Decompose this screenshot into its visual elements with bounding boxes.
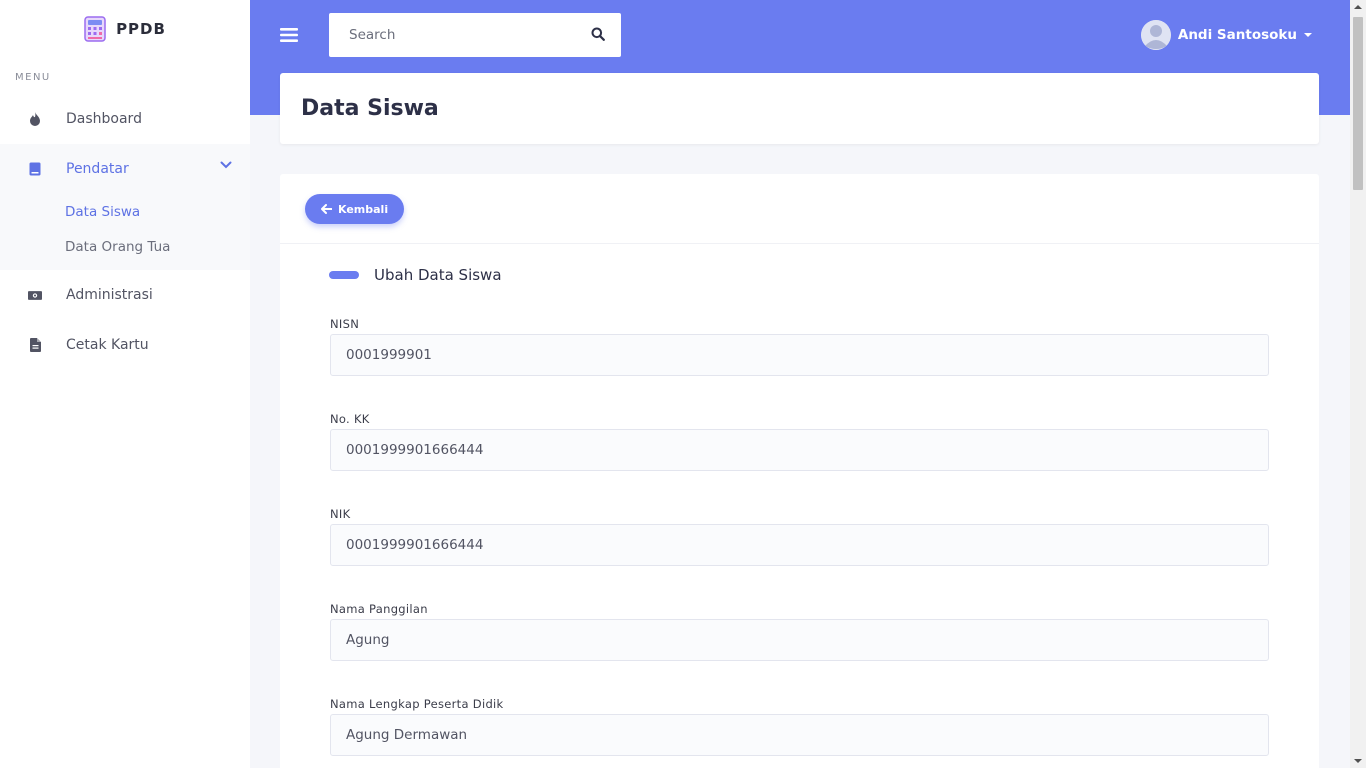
field-nisn: NISN [330,317,1269,376]
chevron-down-icon [220,161,232,169]
sidebar-item-label: Pendatar [66,161,129,177]
scroll-up-icon[interactable] [1354,5,1362,9]
back-button[interactable]: Kembali [305,194,405,224]
field-no-kk: No. KK [330,412,1269,471]
sidebar-item-administrasi[interactable]: Administrasi [0,270,250,320]
field-label: Nama Panggilan [330,602,428,616]
book-icon [28,162,42,176]
search-box [329,13,621,57]
sidebar-item-pendatar[interactable]: Pendatar [0,144,250,194]
brand-name: PPDB [116,20,166,38]
money-icon [28,288,42,302]
field-nama-panggilan: Nama Panggilan [330,602,1269,661]
user-name: Andi Santosoku [1177,27,1297,43]
sidebar-item-data-orang-tua[interactable]: Data Orang Tua [0,229,250,264]
nisn-input[interactable] [330,334,1269,376]
search-input[interactable] [329,27,569,43]
calculator-icon [84,16,106,42]
nama-panggilan-input[interactable] [330,619,1269,661]
user-menu[interactable]: Andi Santosoku [1140,20,1312,50]
search-icon[interactable] [591,27,605,41]
form-card: Kembali Ubah Data Siswa NISN No. KK NIK … [280,174,1319,768]
section-title-text: Ubah Data Siswa [374,266,502,284]
back-button-label: Kembali [338,202,389,216]
field-label: No. KK [330,412,370,426]
section-marker [329,271,359,279]
sidebar-item-cetak-kartu[interactable]: Cetak Kartu [0,320,250,370]
fire-icon [28,112,42,126]
hamburger-menu-icon[interactable] [280,27,298,43]
field-nik: NIK [330,507,1269,566]
field-label: Nama Lengkap Peserta Didik [330,697,504,711]
sidebar-item-label: Administrasi [66,287,153,303]
nama-lengkap-input[interactable] [330,714,1269,756]
menu-label: MENU [15,72,51,83]
file-icon [28,338,42,352]
field-nama-lengkap: Nama Lengkap Peserta Didik [330,697,1269,756]
sidebar-item-dashboard[interactable]: Dashboard [0,94,250,144]
sidebar-item-label: Dashboard [66,111,142,127]
scrollbar-thumb[interactable] [1353,17,1363,190]
section-title: Ubah Data Siswa [329,266,502,284]
avatar [1140,20,1171,50]
sidebar-item-data-siswa[interactable]: Data Siswa [0,194,250,229]
page-scrollbar[interactable] [1350,0,1366,768]
brand[interactable]: PPDB [0,0,250,58]
sidebar-submenu-pendatar: Data Siswa Data Orang Tua [0,194,250,270]
scroll-down-icon[interactable] [1354,759,1362,763]
card-header: Kembali [280,174,1319,244]
no-kk-input[interactable] [330,429,1269,471]
caret-down-icon [1304,33,1312,37]
field-label: NIK [330,507,351,521]
sidebar: PPDB MENU Dashboard Pendatar Data Siswa … [0,0,250,768]
nik-input[interactable] [330,524,1269,566]
field-label: NISN [330,317,360,331]
page-title: Data Siswa [301,96,439,121]
sidebar-item-label: Cetak Kartu [66,337,149,353]
page-header: Data Siswa [280,73,1319,144]
arrow-left-icon [321,204,332,214]
